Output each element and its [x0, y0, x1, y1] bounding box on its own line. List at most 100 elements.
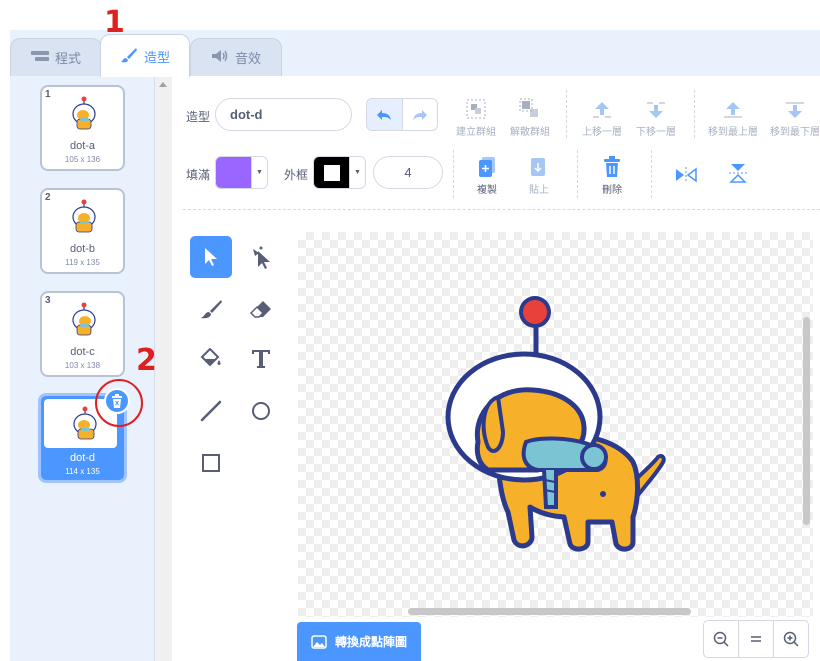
- redo-icon: [412, 109, 427, 120]
- back-button[interactable]: 移到最下層: [766, 96, 820, 138]
- divider: [577, 150, 578, 198]
- zoom-controls: [703, 620, 809, 658]
- circle-icon: [252, 402, 270, 420]
- paste-icon: [531, 158, 545, 176]
- divider: [694, 90, 695, 138]
- costume-item[interactable]: 3 dot-c 103 x 138: [40, 291, 125, 377]
- costume-size: 103 x 138: [64, 361, 101, 370]
- tab-label: 程式: [54, 51, 81, 66]
- flip-vertical-icon: [729, 164, 747, 183]
- dog-thumbnail-icon: [72, 199, 96, 233]
- back-label: 移到最下層: [770, 127, 820, 138]
- back-arrow-icon: [786, 102, 804, 118]
- divider: [651, 150, 652, 198]
- redo-button[interactable]: [403, 99, 438, 130]
- speaker-icon: [211, 49, 229, 66]
- costume-size: 105 x 136: [64, 155, 101, 164]
- flip-horizontal-icon: [676, 167, 697, 183]
- arrow-cursor-icon: [205, 248, 217, 266]
- costume-number: 1: [45, 89, 51, 100]
- outline-label: 外框: [284, 168, 309, 182]
- ungroup-icon: [519, 98, 538, 117]
- paint-bucket-icon: [200, 348, 221, 367]
- costume-size: 119 x 135: [65, 258, 100, 267]
- ungroup-button[interactable]: 解散群組: [504, 96, 556, 138]
- forward-arrow-icon: [593, 102, 611, 118]
- paint-canvas[interactable]: [298, 232, 813, 617]
- costume-item[interactable]: 2 dot-b 119 x 135: [40, 188, 125, 274]
- flip-horizontal-button[interactable]: [660, 160, 712, 187]
- fill-color-picker[interactable]: ▼: [215, 156, 268, 189]
- dog-astronaut-sprite[interactable]: [298, 232, 813, 617]
- forward-label: 上移一層: [582, 127, 622, 138]
- forward-button[interactable]: 上移一層: [576, 96, 628, 138]
- costume-name: dot-b: [69, 243, 96, 255]
- tab-label: 造型: [143, 49, 170, 65]
- annotation-step-2: 2: [136, 343, 157, 378]
- undo-redo-group: [366, 98, 438, 131]
- flip-vertical-button[interactable]: [712, 160, 764, 187]
- canvas-vertical-scrollbar[interactable]: [803, 317, 810, 525]
- zoom-out-button[interactable]: [704, 621, 739, 657]
- backward-label: 下移一層: [636, 127, 676, 138]
- text-icon: [252, 350, 270, 368]
- eraser-tool[interactable]: [240, 288, 282, 330]
- ungroup-label: 解散群組: [510, 127, 550, 138]
- delete-label: 刪除: [602, 185, 622, 196]
- group-button[interactable]: 建立群組: [450, 96, 502, 138]
- outline-color-picker[interactable]: ▼: [313, 156, 366, 189]
- rectangle-icon: [202, 454, 220, 472]
- tab-sounds[interactable]: 音效: [190, 38, 282, 76]
- fill-label: 填滿: [186, 168, 211, 182]
- undo-icon: [377, 109, 392, 120]
- divider: [566, 90, 567, 138]
- costume-size: 114 x 135: [65, 467, 100, 476]
- line-icon: [200, 400, 222, 422]
- fill-tool[interactable]: [190, 338, 232, 380]
- costume-name-input[interactable]: dot-d: [215, 98, 352, 131]
- group-icon: [466, 99, 486, 119]
- line-tool[interactable]: [190, 390, 232, 432]
- copy-button[interactable]: 複製: [461, 154, 513, 196]
- convert-to-bitmap-label: 轉換成點陣圖: [334, 635, 407, 649]
- tab-code[interactable]: 程式: [10, 38, 102, 76]
- costume-item[interactable]: 1 dot-a 105 x 136: [40, 85, 125, 171]
- divider: [453, 150, 454, 198]
- costume-name-label: 造型: [186, 110, 211, 124]
- toolbar-divider: [183, 209, 820, 210]
- reshape-cursor-icon: [253, 246, 270, 269]
- brush-tool[interactable]: [190, 288, 232, 330]
- code-icon: [30, 50, 49, 65]
- convert-to-bitmap-button[interactable]: 轉換成點陣圖: [297, 622, 421, 661]
- canvas-horizontal-scrollbar[interactable]: [408, 608, 691, 615]
- backward-button[interactable]: 下移一層: [630, 96, 682, 138]
- zoom-reset-button[interactable]: [739, 621, 774, 657]
- reshape-tool[interactable]: [240, 236, 282, 278]
- text-tool[interactable]: [240, 338, 282, 380]
- undo-button[interactable]: [367, 99, 403, 130]
- paste-label: 貼上: [529, 185, 549, 196]
- costume-number: 4: [44, 398, 50, 409]
- dog-thumbnail-icon: [72, 302, 96, 336]
- chevron-down-icon: ▼: [354, 169, 361, 176]
- delete-button[interactable]: 刪除: [586, 154, 638, 196]
- paste-button[interactable]: 貼上: [513, 154, 565, 196]
- front-label: 移到最上層: [708, 127, 758, 138]
- scroll-up-arrow-icon[interactable]: [159, 82, 167, 87]
- zoom-in-icon: [783, 631, 799, 647]
- tab-costumes[interactable]: 造型: [100, 34, 190, 77]
- equals-icon: [751, 636, 761, 642]
- circle-tool[interactable]: [240, 390, 282, 432]
- rectangle-tool[interactable]: [190, 442, 232, 484]
- dog-thumbnail-icon: [72, 96, 96, 130]
- costume-list-scrollbar[interactable]: [155, 76, 172, 661]
- group-label: 建立群組: [456, 127, 496, 138]
- front-button[interactable]: 移到最上層: [704, 96, 762, 138]
- backward-arrow-icon: [647, 102, 665, 118]
- outline-width-input[interactable]: 4: [373, 156, 443, 189]
- select-tool[interactable]: [190, 236, 232, 278]
- paintbrush-icon: [120, 47, 138, 66]
- costume-name: dot-a: [69, 140, 96, 152]
- outline-color-swatch: [314, 157, 350, 188]
- zoom-in-button[interactable]: [774, 621, 808, 657]
